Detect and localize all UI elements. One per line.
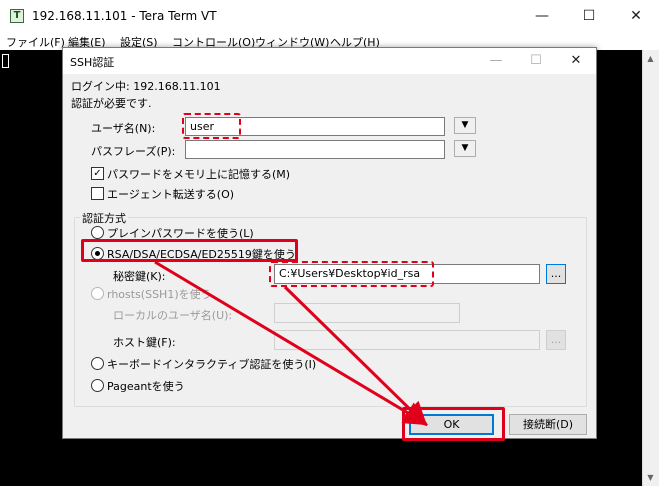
annotation-arrows	[154, 260, 429, 427]
arrow-rsa-to-ok	[154, 260, 429, 426]
arrow-key-to-ok	[283, 285, 428, 427]
